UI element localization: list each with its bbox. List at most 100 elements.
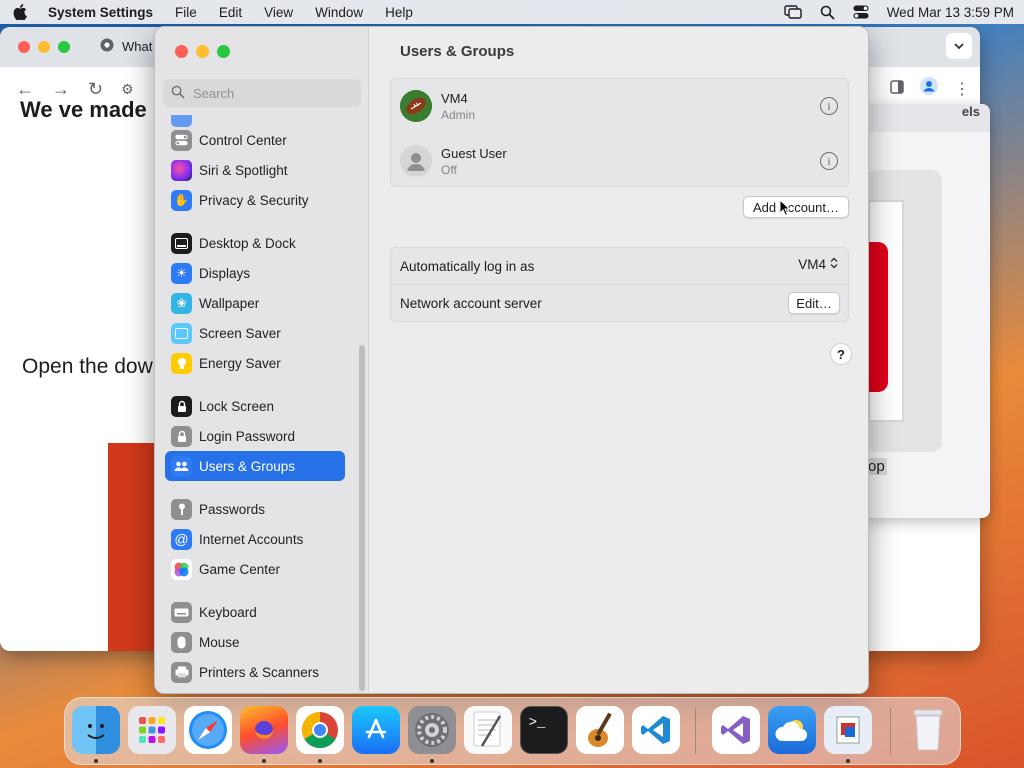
bulb-icon xyxy=(171,352,192,374)
sidebar-item-lock-screen[interactable]: Lock Screen xyxy=(165,391,345,421)
edit-button[interactable]: Edit… xyxy=(788,292,840,314)
screen-saver-icon xyxy=(171,322,192,344)
main-content: Users & Groups VM4 Admin i Guest User Of xyxy=(370,27,868,693)
user-name: Guest User xyxy=(441,145,507,161)
sidebar-item-label: Wallpaper xyxy=(199,295,260,311)
dock-separator xyxy=(890,708,891,754)
sidebar-item-control-center[interactable]: Control Center xyxy=(165,125,345,155)
chrome-tab[interactable]: What xyxy=(100,38,152,55)
user-row-vm4[interactable]: VM4 Admin i xyxy=(391,79,848,133)
google-chrome-icon[interactable] xyxy=(296,706,344,754)
safari-icon[interactable] xyxy=(184,706,232,754)
terminal-icon[interactable]: >_ xyxy=(520,706,568,754)
info-icon[interactable]: i xyxy=(820,152,838,170)
sidebar-item-label: Screen Saver xyxy=(199,325,281,341)
visual-studio-code-icon[interactable] xyxy=(632,706,680,754)
sidebar-item-printers-scanners[interactable]: Printers & Scanners xyxy=(165,657,345,685)
sidebar-scrollbar[interactable] xyxy=(359,345,365,691)
menu-help[interactable]: Help xyxy=(385,5,413,20)
sidebar-item-game-center[interactable]: Game Center xyxy=(165,554,345,584)
help-button[interactable]: ? xyxy=(830,343,852,365)
sidebar-item-privacy-security[interactable]: ✋ Privacy & Security xyxy=(165,185,345,215)
keyboard-icon xyxy=(171,601,192,623)
chrome-tab-title: What xyxy=(122,39,153,54)
sidebar-item-wallpaper[interactable]: ❀ Wallpaper xyxy=(165,288,345,318)
user-row-guest[interactable]: Guest User Off i xyxy=(391,134,848,188)
sidebar-item-users-groups[interactable]: Users & Groups xyxy=(165,451,345,481)
menu-window[interactable]: Window xyxy=(315,5,363,20)
printer-icon xyxy=(171,661,192,683)
sidebar-item-label: Desktop & Dock xyxy=(199,235,296,251)
chrome-open-text: Open the dow xyxy=(22,355,153,378)
add-account-button[interactable]: Add Account… xyxy=(743,196,849,218)
system-settings-icon[interactable] xyxy=(408,706,456,754)
lock-icon xyxy=(171,425,192,447)
game-center-icon xyxy=(171,558,192,580)
sidebar-item-mouse[interactable]: Mouse xyxy=(165,627,345,657)
screen-mirroring-icon[interactable] xyxy=(783,5,802,19)
minimize-button[interactable] xyxy=(196,45,209,58)
sidebar-item-siri-spotlight[interactable]: Siri & Spotlight xyxy=(165,155,345,185)
menu-edit[interactable]: Edit xyxy=(219,5,242,20)
window-controls xyxy=(175,45,230,58)
visual-studio-icon[interactable] xyxy=(712,706,760,754)
menu-clock[interactable]: Wed Mar 13 3:59 PM xyxy=(887,5,1014,20)
chrome-minimize-button[interactable] xyxy=(38,41,50,53)
sidebar-item-internet-accounts[interactable]: @ Internet Accounts xyxy=(165,524,345,554)
site-settings-icon[interactable]: ⚙ xyxy=(121,81,134,98)
menu-app-name[interactable]: System Settings xyxy=(48,5,153,20)
sidebar-item-label: Keyboard xyxy=(199,604,257,620)
profile-icon[interactable] xyxy=(920,77,938,100)
sidebar-item-displays[interactable]: ☀ Displays xyxy=(165,258,345,288)
user-role: Admin xyxy=(441,107,476,122)
sidebar-item-label: Passwords xyxy=(199,501,266,517)
sidebar-item-passwords[interactable]: Passwords xyxy=(165,494,345,524)
cloud-app-icon[interactable] xyxy=(768,706,816,754)
chrome-zoom-button[interactable] xyxy=(58,41,70,53)
control-center-icon[interactable] xyxy=(853,5,869,19)
sidebar-item-energy-saver[interactable]: Energy Saver xyxy=(165,348,345,378)
chevron-up-down-icon xyxy=(830,257,838,272)
side-panel-icon[interactable] xyxy=(890,78,904,99)
garageband-icon[interactable] xyxy=(576,706,624,754)
zoom-button[interactable] xyxy=(217,45,230,58)
sidebar-item-label: Energy Saver xyxy=(199,355,281,371)
more-menu-icon[interactable]: ⋮ xyxy=(954,79,970,99)
hand-icon: ✋ xyxy=(171,189,192,211)
flower-icon: ❀ xyxy=(171,292,192,314)
info-icon[interactable]: i xyxy=(820,97,838,115)
apple-menu-icon[interactable] xyxy=(10,4,30,20)
finder-running-indicator xyxy=(94,759,98,763)
sidebar-item-label: Siri & Spotlight xyxy=(199,162,288,178)
finder-icon[interactable] xyxy=(72,706,120,754)
control-center-icon xyxy=(171,129,192,151)
close-button[interactable] xyxy=(175,45,188,58)
users-panel: VM4 Admin i Guest User Off i xyxy=(390,78,849,187)
background-card-label: op xyxy=(866,458,887,475)
firefox-icon[interactable] xyxy=(240,706,288,754)
search-field[interactable] xyxy=(163,79,361,107)
football-avatar-icon xyxy=(400,90,432,122)
remote-desktop-icon[interactable] xyxy=(824,706,872,754)
chrome-running-indicator xyxy=(318,759,322,763)
textedit-icon[interactable] xyxy=(464,706,512,754)
chrome-favicon-icon xyxy=(100,38,114,55)
chevron-down-icon[interactable] xyxy=(946,33,972,59)
launchpad-icon[interactable] xyxy=(128,706,176,754)
sidebar-item-login-password[interactable]: Login Password xyxy=(165,421,345,451)
auto-login-select[interactable]: VM4 xyxy=(798,257,838,272)
sidebar-item-keyboard[interactable]: Keyboard xyxy=(165,597,345,627)
spotlight-search-icon[interactable] xyxy=(820,5,835,20)
menu-view[interactable]: View xyxy=(264,5,293,20)
search-input[interactable] xyxy=(193,85,353,101)
trash-icon[interactable] xyxy=(904,706,952,754)
sidebar: Control Center Siri & Spotlight ✋ Privac… xyxy=(155,27,369,693)
chrome-close-button[interactable] xyxy=(18,41,30,53)
mouse-icon xyxy=(171,631,192,653)
background-tab-text: els xyxy=(961,104,980,119)
siri-icon xyxy=(171,159,192,181)
sidebar-item-screen-saver[interactable]: Screen Saver xyxy=(165,318,345,348)
app-store-icon[interactable] xyxy=(352,706,400,754)
sidebar-item-desktop-dock[interactable]: Desktop & Dock xyxy=(165,228,345,258)
menu-file[interactable]: File xyxy=(175,5,197,20)
